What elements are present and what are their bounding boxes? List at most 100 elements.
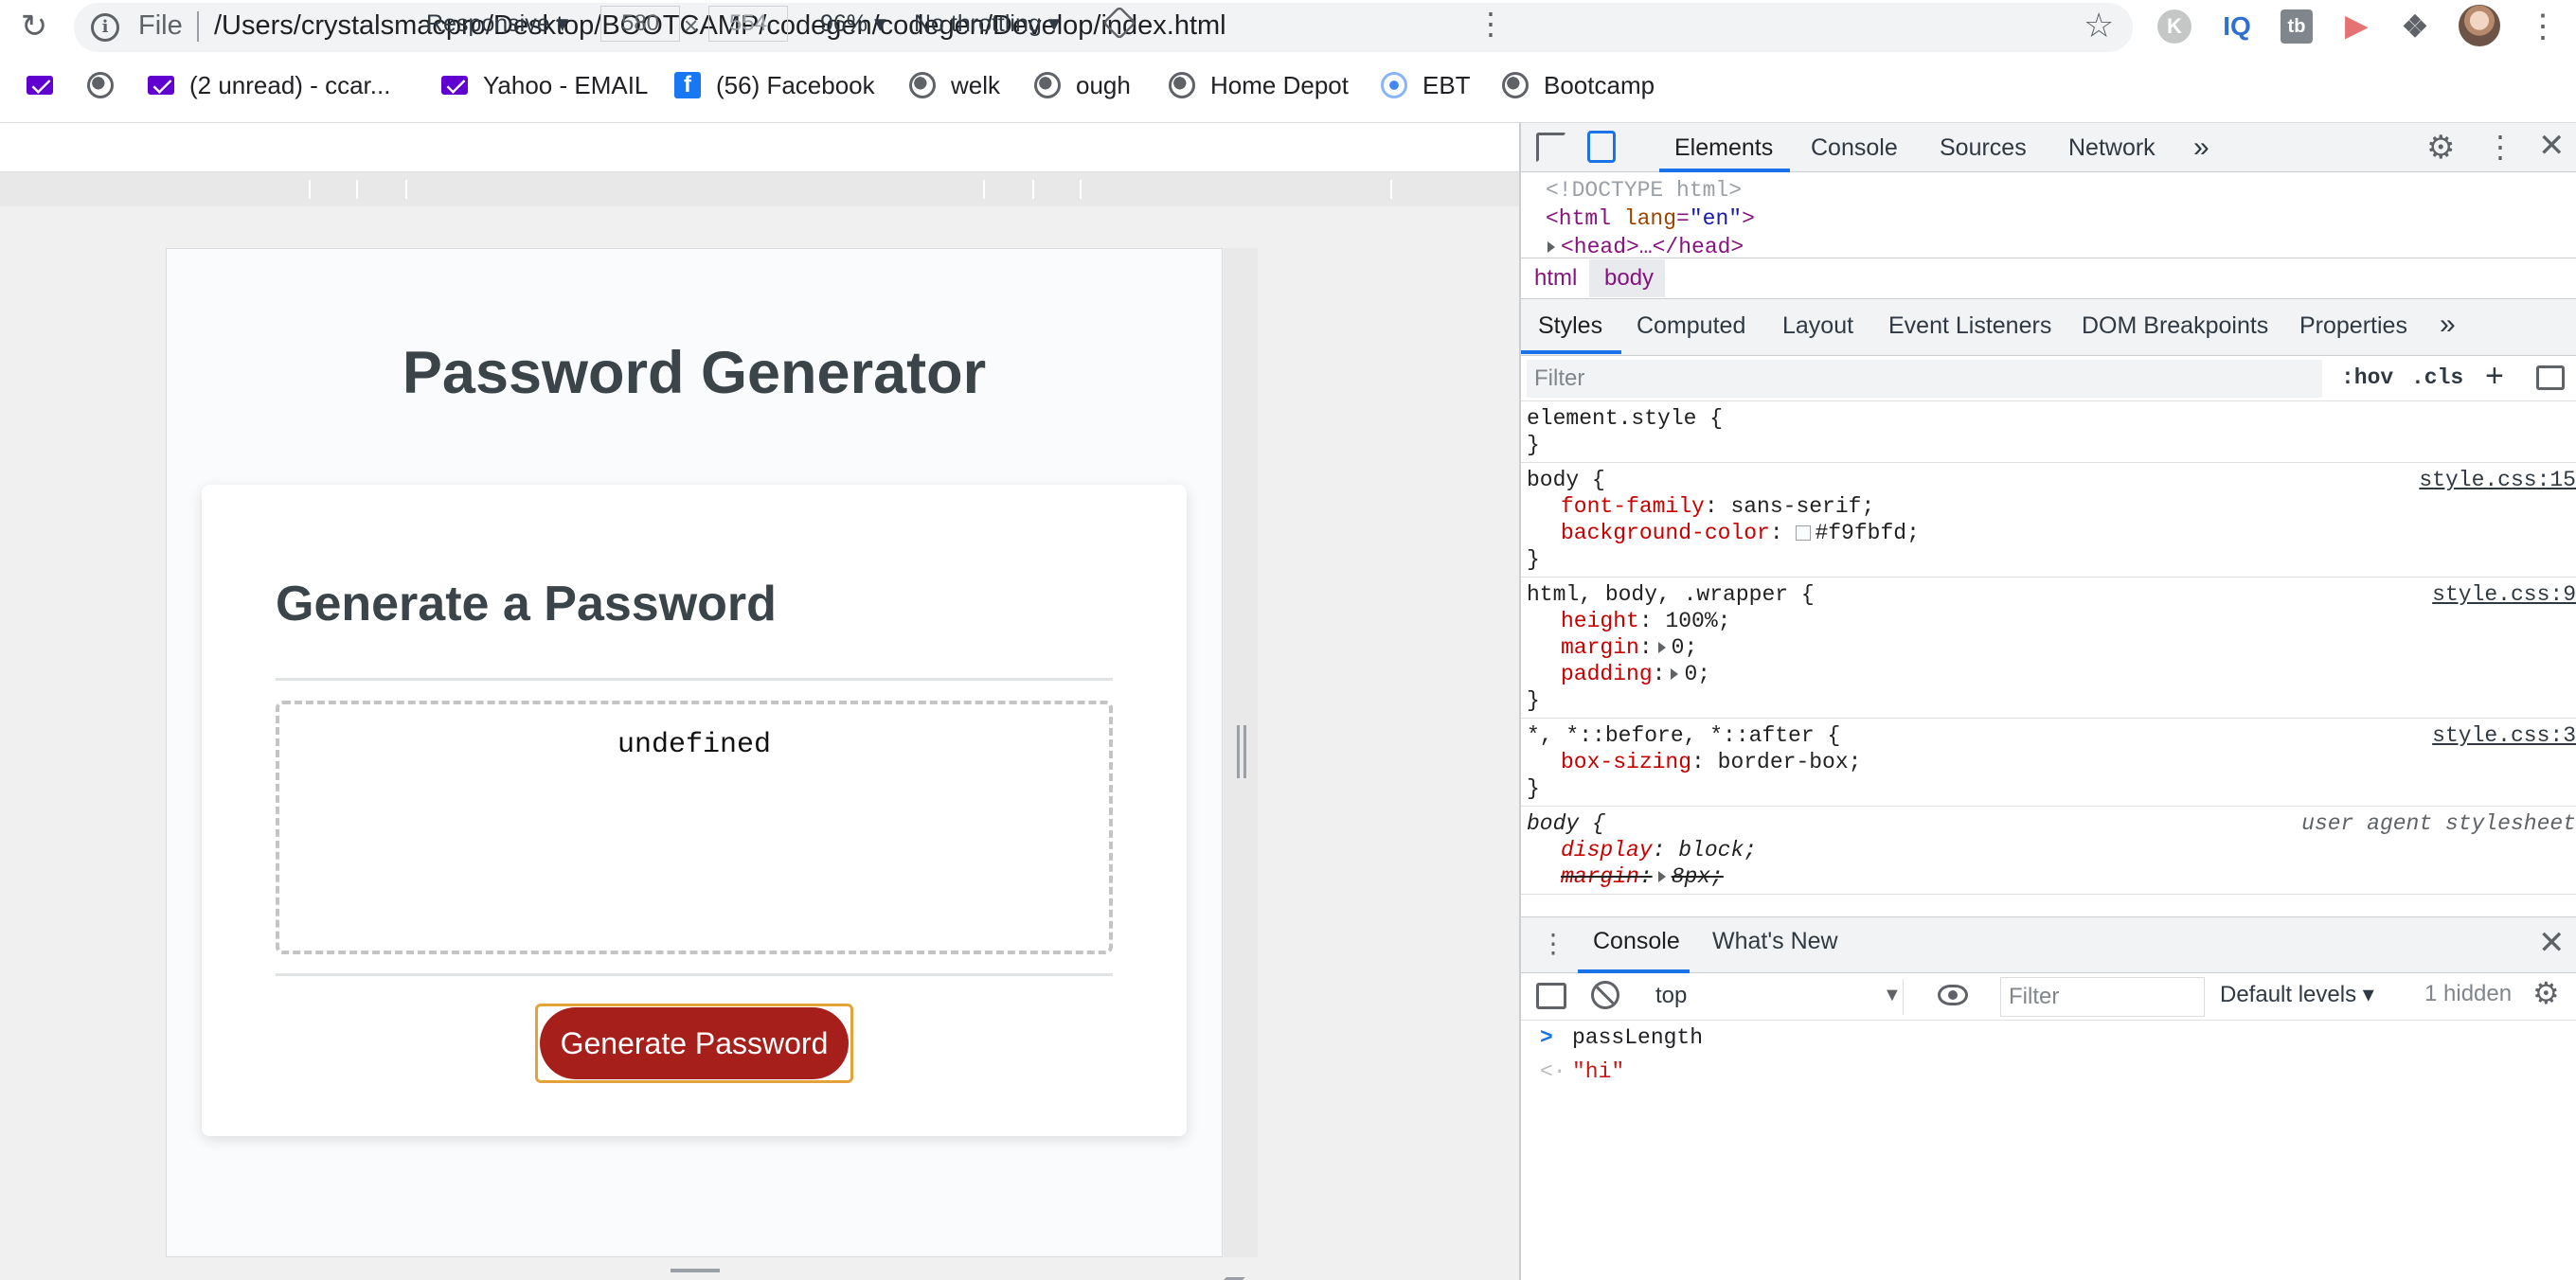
extensions-puzzle-icon[interactable]: ❖	[2396, 9, 2434, 44]
css-property[interactable]: display: block;	[1527, 837, 2568, 863]
css-property[interactable]: height: 100%;	[1527, 608, 2568, 634]
console-result-line[interactable]: <· "hi"	[1540, 1055, 2576, 1089]
settings-gear-icon[interactable]: ⚙	[2426, 129, 2455, 167]
close-devtools-icon[interactable]: ✕	[2538, 127, 2566, 165]
dom-head-node[interactable]: <head>…</head>	[1546, 233, 2576, 258]
css-property-overridden[interactable]: margin: 8px;	[1527, 863, 2568, 890]
live-expression-eye-icon[interactable]	[1938, 985, 1968, 1005]
property-name[interactable]: margin	[1561, 864, 1639, 889]
property-value[interactable]: 8px;	[1672, 864, 1724, 889]
close-drawer-icon[interactable]: ✕	[2538, 924, 2566, 962]
ruler-segment[interactable]	[983, 180, 985, 199]
ruler-segment[interactable]	[1032, 180, 1034, 199]
tab-dom-breakpoints[interactable]: DOM Breakpoints	[2082, 312, 2268, 340]
extension-tb-icon[interactable]: tb	[2281, 9, 2313, 44]
dom-doctype[interactable]: <!DOCTYPE html>	[1546, 176, 2576, 204]
drawer-tab-console[interactable]: Console	[1593, 928, 1680, 955]
new-rule-icon[interactable]: +	[2485, 358, 2504, 395]
style-rule[interactable]: html, body, .wrapper { style.css:9 heigh…	[1521, 578, 2576, 719]
tab-computed[interactable]: Computed	[1637, 312, 1745, 340]
console-result-text[interactable]: "hi"	[1572, 1059, 1624, 1084]
rule-selector[interactable]: *, *::before, *::after {	[1527, 722, 2568, 749]
info-icon[interactable]: i	[91, 13, 119, 42]
device-more-icon[interactable]: ⋮	[1476, 6, 1506, 42]
tab-event-listeners[interactable]: Event Listeners	[1888, 312, 2051, 340]
hover-state-toggle[interactable]: :hov	[2341, 365, 2393, 390]
property-name[interactable]: padding	[1561, 662, 1653, 686]
expand-arrow-icon[interactable]	[1657, 871, 1666, 882]
expand-arrow-icon[interactable]	[1657, 642, 1666, 653]
ruler-segment[interactable]	[1080, 180, 1082, 199]
tab-network[interactable]: Network	[2068, 123, 2156, 172]
rule-selector[interactable]: body {	[1527, 467, 2568, 493]
tab-styles[interactable]: Styles	[1538, 312, 1602, 340]
property-value[interactable]: 0;	[1684, 662, 1710, 686]
drawer-tab-whats-new[interactable]: What's New	[1712, 928, 1838, 955]
breadcrumb-html[interactable]: html	[1534, 265, 1577, 292]
style-rule[interactable]: element.style { }	[1521, 401, 2576, 463]
computed-sidebar-icon[interactable]	[2536, 365, 2565, 390]
bookmark-item[interactable]: (2 unread) - ccar...	[148, 66, 390, 104]
bookmark-item[interactable]	[87, 66, 129, 104]
ruler-segment[interactable]	[356, 180, 358, 199]
property-name[interactable]: margin	[1561, 635, 1639, 660]
property-value[interactable]: 0;	[1672, 635, 1698, 660]
tab-sources[interactable]: Sources	[1940, 123, 2027, 172]
more-tabs-icon[interactable]: »	[2193, 123, 2209, 172]
property-name[interactable]: box-sizing	[1561, 750, 1691, 774]
bookmark-item[interactable]: EBT	[1381, 66, 1471, 104]
property-value[interactable]: #f9fbfd;	[1815, 521, 1919, 545]
console-filter-input[interactable]: Filter	[2000, 977, 2205, 1017]
console-output[interactable]: > passLength <· "hi"	[1521, 1021, 2576, 1280]
console-sidebar-icon[interactable]	[1536, 983, 1566, 1009]
context-select[interactable]: top	[1642, 979, 1904, 1015]
bookmark-star-icon[interactable]: ☆	[2084, 6, 2114, 45]
property-value[interactable]: sans-serif;	[1730, 494, 1874, 519]
expand-arrow-icon[interactable]	[1671, 668, 1679, 680]
log-levels-select[interactable]: Default levels ▾	[2220, 981, 2374, 1008]
viewport-resize-handle-right[interactable]	[1237, 725, 1246, 778]
browser-menu-icon[interactable]: ⋮	[2527, 8, 2559, 45]
ruler-segment[interactable]	[405, 180, 407, 199]
class-toggle[interactable]: .cls	[2411, 365, 2463, 390]
devtools-menu-icon[interactable]: ⋮	[2485, 129, 2515, 165]
console-settings-gear-icon[interactable]: ⚙	[2532, 975, 2560, 1011]
property-value[interactable]: 100%;	[1665, 609, 1730, 633]
property-name[interactable]: display	[1561, 838, 1653, 862]
more-style-tabs-icon[interactable]: »	[2440, 309, 2456, 341]
style-rule[interactable]: body { user agent stylesheet display: bl…	[1521, 807, 2576, 895]
profile-avatar[interactable]	[2459, 5, 2500, 46]
tab-layout[interactable]: Layout	[1782, 312, 1853, 340]
rule-selector[interactable]: html, body, .wrapper {	[1527, 581, 2568, 608]
dom-tree[interactable]: <!DOCTYPE html> <html lang="en"> <head>……	[1521, 172, 2576, 258]
tab-properties[interactable]: Properties	[2299, 312, 2407, 340]
extension-iq-icon[interactable]: IQ	[2216, 9, 2258, 44]
console-input-line[interactable]: > passLength	[1540, 1021, 2576, 1055]
inspect-element-icon[interactable]	[1536, 133, 1566, 163]
css-property[interactable]: box-sizing: border-box;	[1527, 749, 2568, 775]
bookmark-item[interactable]: Home Depot	[1169, 66, 1349, 104]
css-property[interactable]: background-color: #f9fbfd;	[1527, 520, 2568, 546]
reload-icon[interactable]: ↻	[13, 8, 55, 45]
clear-console-icon[interactable]	[1591, 981, 1619, 1009]
device-select[interactable]: Responsive ▾	[426, 9, 568, 38]
css-property[interactable]: margin: 0;	[1527, 634, 2568, 661]
ruler-segment[interactable]	[1390, 180, 1392, 199]
bookmark-item[interactable]: f (56) Facebook	[674, 66, 875, 104]
breadcrumb-body[interactable]: body	[1604, 265, 1654, 292]
viewport-resize-handle-bottom[interactable]	[671, 1269, 720, 1272]
styles-filter-input[interactable]: Filter	[1527, 360, 2322, 398]
css-property[interactable]: padding: 0;	[1527, 661, 2568, 687]
drawer-menu-icon[interactable]: ⋮	[1540, 928, 1566, 959]
bookmark-item[interactable]: Bootcamp	[1502, 66, 1655, 104]
bookmark-item[interactable]: ough	[1034, 66, 1131, 104]
viewport-height-input[interactable]: 554	[708, 6, 788, 42]
bookmark-item[interactable]	[27, 66, 68, 104]
zoom-select[interactable]: 96% ▾	[820, 9, 886, 38]
ruler-segment[interactable]	[309, 180, 311, 199]
property-name[interactable]: font-family	[1561, 494, 1705, 519]
device-toggle-icon[interactable]	[1587, 131, 1616, 163]
tab-elements[interactable]: Elements	[1674, 123, 1773, 172]
rule-selector[interactable]: element.style {	[1527, 405, 2568, 432]
expand-arrow-icon[interactable]	[1547, 241, 1555, 253]
